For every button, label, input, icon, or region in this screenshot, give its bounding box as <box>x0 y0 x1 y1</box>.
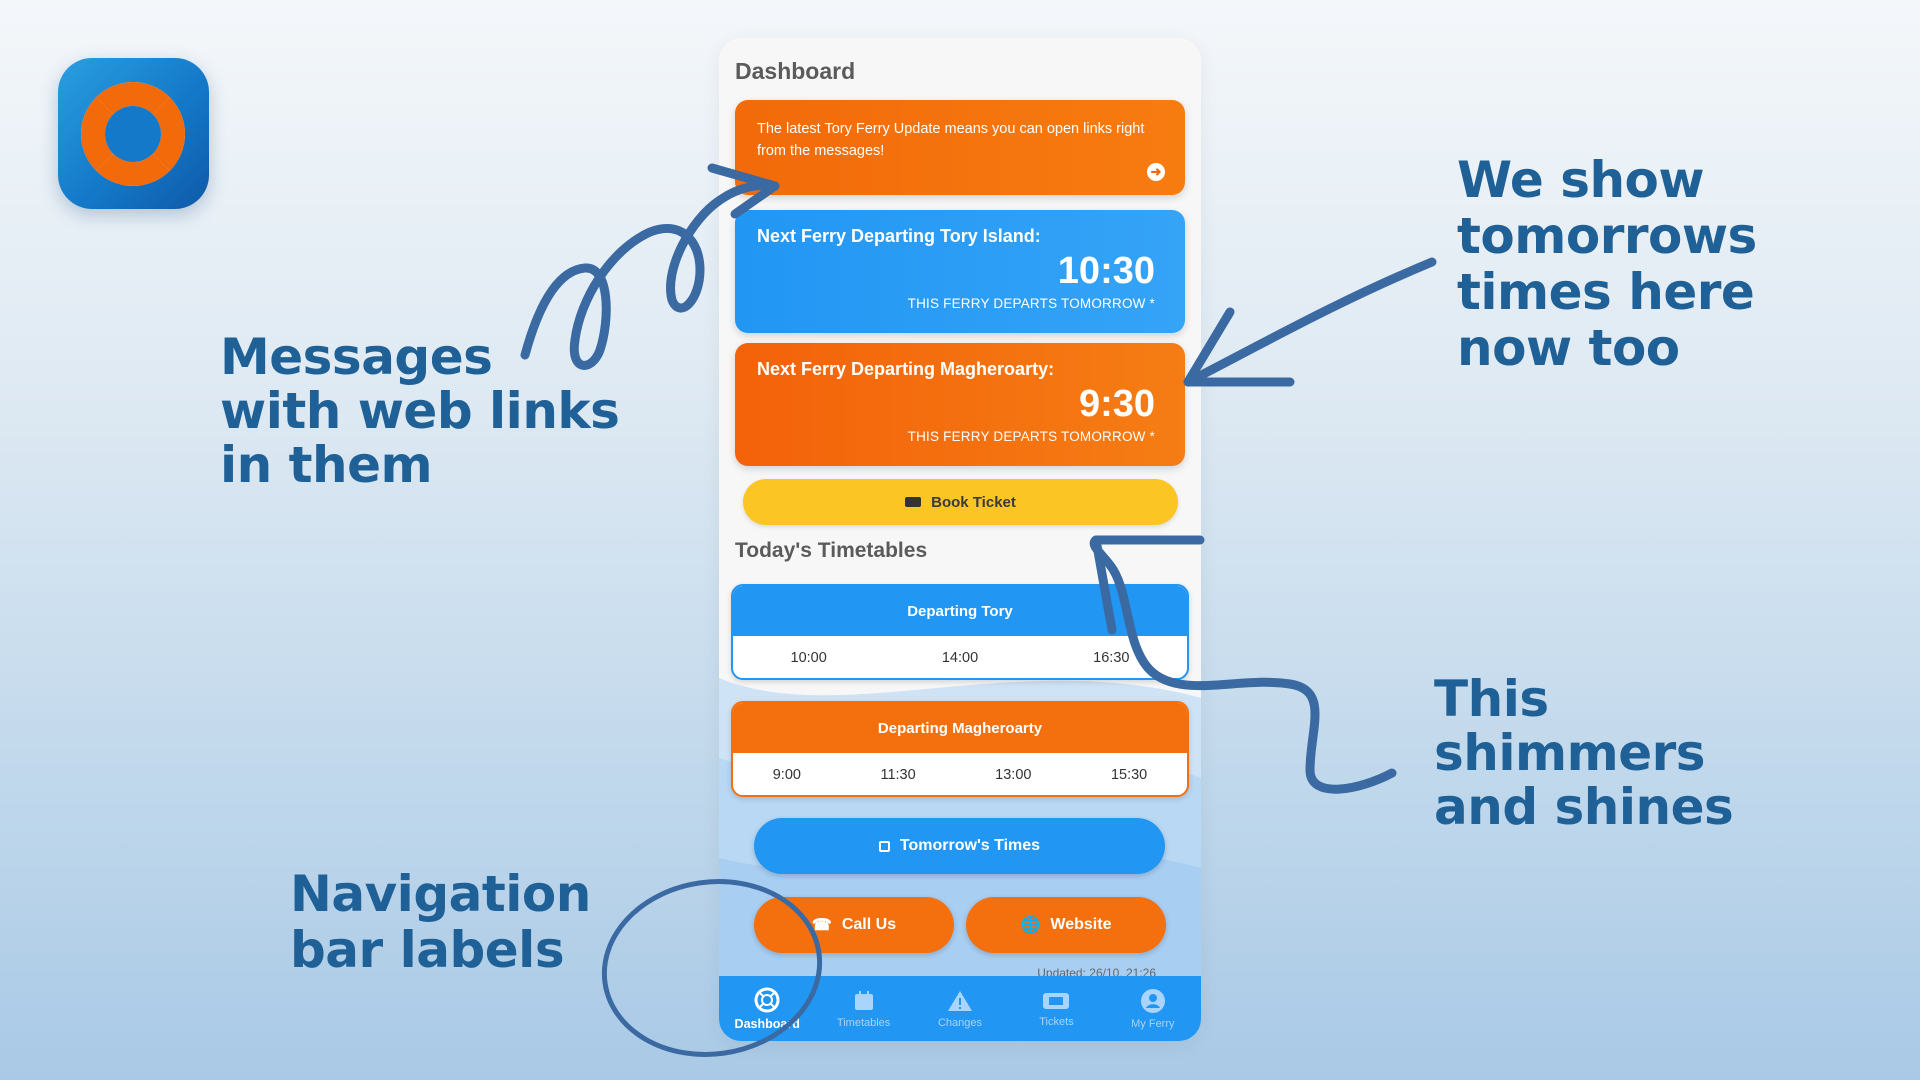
arrow-tomorrow <box>1183 257 1437 387</box>
calendar-icon <box>854 990 873 1010</box>
next-ferry-note: THIS FERRY DEPARTS TOMORROW * <box>907 296 1155 311</box>
arrow-right-circle-icon[interactable]: ➜ <box>1147 163 1165 181</box>
ticket-icon <box>905 497 922 507</box>
callout-line: shimmers <box>1434 724 1706 782</box>
timetable-card-tory: Departing Tory 10:00 14:00 16:30 <box>731 584 1189 680</box>
departure-time: 10:00 <box>790 650 827 666</box>
next-ferry-note: THIS FERRY DEPARTS TOMORROW * <box>907 429 1155 444</box>
page-title: Dashboard <box>735 58 856 84</box>
nav-label: Tickets <box>1039 1015 1074 1028</box>
tomorrows-times-button[interactable]: Tomorrow's Times <box>754 818 1165 874</box>
next-ferry-label: Next Ferry Departing Tory Island: <box>757 226 1041 246</box>
nav-label: My Ferry <box>1131 1017 1175 1030</box>
call-us-button[interactable]: ☎ Call Us <box>754 897 954 953</box>
departure-time: 14:00 <box>941 650 979 666</box>
nav-changes[interactable]: Changes <box>912 976 1008 1041</box>
timetable-times: 9:00 11:30 13:00 15:30 <box>733 753 1187 795</box>
callout-line: times here <box>1457 263 1755 321</box>
lifebuoy-icon <box>754 987 780 1012</box>
departure-time: 16:30 <box>1093 650 1130 666</box>
nav-dashboard[interactable]: Dashboard <box>719 976 815 1041</box>
globe-icon: 🌐 <box>1020 917 1041 934</box>
next-ferry-tory-card: Next Ferry Departing Tory Island: 10:30 … <box>735 210 1185 333</box>
warning-icon <box>948 990 973 1011</box>
callout-line: now too <box>1457 319 1680 377</box>
nav-label: Changes <box>937 1016 983 1029</box>
departure-time: 13:00 <box>995 767 1032 783</box>
app-logo <box>58 58 209 209</box>
callout-tomorrow: We show tomorrows times here now too <box>1457 152 1757 376</box>
tomorrows-times-label: Tomorrow's Times <box>899 837 1041 854</box>
next-ferry-magheroarty-card: Next Ferry Departing Magheroarty: 9:30 T… <box>735 343 1185 466</box>
timetable-card-magheroarty: Departing Magheroarty 9:00 11:30 13:00 1… <box>731 701 1189 797</box>
book-ticket-button[interactable]: Book Ticket <box>743 479 1178 525</box>
callout-line: bar labels <box>290 921 565 979</box>
callout-line: We show <box>1457 151 1705 209</box>
next-ferry-time: 10:30 <box>1057 250 1155 292</box>
departure-time: 15:30 <box>1110 767 1148 783</box>
account-icon <box>1140 988 1165 1013</box>
phone-icon: ☎ <box>811 917 832 934</box>
nav-tickets[interactable]: Tickets <box>1008 976 1104 1041</box>
section-title: Today's Timetables <box>735 539 928 562</box>
message-text: The latest Tory Ferry Update means you c… <box>757 121 1145 159</box>
callout-line: This <box>1434 670 1549 728</box>
nav-timetables[interactable]: Timetables <box>815 976 911 1041</box>
callout-navigation: Navigation bar labels <box>290 866 591 978</box>
book-ticket-label: Book Ticket <box>931 493 1016 511</box>
callout-line: in them <box>220 436 433 494</box>
bottom-navigation: Dashboard Timetables Changes Tickets My … <box>719 976 1201 1041</box>
message-card[interactable]: The latest Tory Ferry Update means you c… <box>735 100 1185 195</box>
lifebuoy-icon <box>80 81 185 186</box>
callout-shimmer: This shimmers and shines <box>1434 670 1734 836</box>
callout-line: and shines <box>1434 778 1734 836</box>
callout-line: Messages <box>220 328 493 386</box>
callout-messages: Messages with web links in them <box>220 328 620 494</box>
next-ferry-time: 9:30 <box>1078 383 1155 425</box>
nav-label: Timetables <box>836 1016 891 1029</box>
timetable-title: Departing Tory <box>733 586 1187 636</box>
website-button[interactable]: 🌐 Website <box>966 897 1166 953</box>
arrowhead <box>1183 307 1295 387</box>
timetable-times: 10:00 14:00 16:30 <box>733 636 1187 678</box>
callout-line: tomorrows <box>1457 207 1757 265</box>
calendar-icon <box>878 840 890 852</box>
callout-line: with web links <box>220 382 620 440</box>
website-label: Website <box>1050 916 1112 933</box>
phone-screen: Dashboard The latest Tory Ferry Update m… <box>719 38 1201 1041</box>
next-ferry-label: Next Ferry Departing Magheroarty: <box>757 359 1055 379</box>
departure-time: 9:00 <box>772 767 801 783</box>
ticket-icon <box>1043 992 1070 1009</box>
timetable-title: Departing Magheroarty <box>733 703 1187 753</box>
departure-time: 11:30 <box>880 767 916 783</box>
call-us-label: Call Us <box>841 916 897 933</box>
callout-line: Navigation <box>290 865 591 923</box>
nav-label: Dashboard <box>734 1016 800 1031</box>
nav-my-ferry[interactable]: My Ferry <box>1105 976 1201 1041</box>
